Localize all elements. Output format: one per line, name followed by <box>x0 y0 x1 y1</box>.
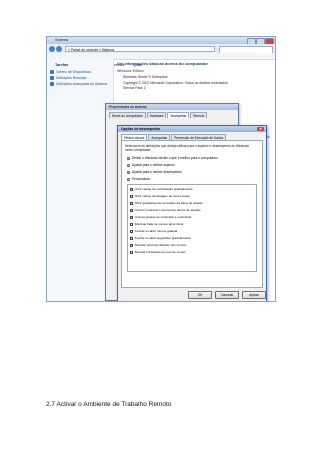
checkbox[interactable] <box>130 201 133 205</box>
edition-label: Windows Edition <box>117 69 144 73</box>
system-info: Ver informações básicas acerca do comput… <box>117 61 273 92</box>
close-icon[interactable]: ✕ <box>257 126 264 131</box>
effect-checkbox[interactable]: Animar controlos e elementos dentro de j… <box>130 208 201 212</box>
system-heading: Ver informações básicas acerca do comput… <box>117 61 208 66</box>
checkbox[interactable] <box>130 236 133 240</box>
window-title: Sistema <box>55 38 68 42</box>
radio-button-selected[interactable] <box>127 170 130 174</box>
task-pane: Tarefas Gerenc de Dispositivos Definiçõe… <box>47 59 114 301</box>
checkbox[interactable] <box>130 243 133 247</box>
back-icon[interactable] <box>49 45 55 52</box>
checkbox[interactable] <box>130 229 133 233</box>
section-caption: 2.7 Activar o Ambiente de Trabalho Remot… <box>46 401 172 408</box>
window-titlebar: Sistema <box>47 37 275 45</box>
forward-icon[interactable] <box>56 45 62 52</box>
radio-let-windows-decide[interactable]: Deixar o Windows decidir o que é melhor … <box>127 156 218 160</box>
shield-icon <box>50 76 54 80</box>
effect-checkbox[interactable]: Abrir caixas de listagem de forma suave <box>130 194 190 198</box>
ok-button[interactable]: OK <box>188 291 212 299</box>
radio-button[interactable] <box>127 156 130 160</box>
checkbox[interactable] <box>130 250 133 254</box>
radio-button[interactable] <box>127 163 130 167</box>
radio-best-performance[interactable]: Ajustar para o melhor desempenho <box>127 170 182 174</box>
task-advanced-settings[interactable]: Definições Avançadas do Sistema <box>50 82 107 86</box>
radio-custom[interactable]: Personalizar: <box>127 177 151 181</box>
visual-effects-panel: Seleccione as definições que deseja util… <box>121 140 263 288</box>
shield-icon <box>50 82 54 86</box>
cancel-button[interactable]: Cancelar <box>215 291 239 299</box>
edition-line: Windows Server ® Enterprise <box>123 75 168 79</box>
performance-options-title: Opções de desempenho ✕ <box>118 126 266 132</box>
radio-best-appearance[interactable]: Ajustar para o melhor aspecto <box>127 163 175 167</box>
tab-computer-name[interactable]: Nome do computador <box>109 112 146 118</box>
effect-checkbox[interactable]: Mostrar miniaturas em vez de ícones <box>130 250 186 254</box>
apply-button[interactable]: Aplicar <box>242 291 266 299</box>
checkbox[interactable] <box>130 215 133 219</box>
checkbox[interactable] <box>130 222 133 226</box>
shield-icon <box>50 70 54 74</box>
screenshot-window: Sistema « Painel de controle » Sistema A… <box>46 36 276 302</box>
visual-effects-description: Seleccione as definições que deseja util… <box>125 144 249 152</box>
task-remote-settings[interactable]: Definições Remotas <box>50 76 86 80</box>
copyright-line: Copyright © 2007 Microsoft Corporation. … <box>123 80 229 85</box>
performance-options-dialog: Opções de desempenho ✕ Efeitos visuais A… <box>117 125 269 301</box>
effect-checkbox[interactable]: Animar janelas ao minimizar e maximizar <box>130 215 191 219</box>
tab-hardware[interactable]: Hardware <box>146 112 167 118</box>
checkbox[interactable] <box>130 194 133 198</box>
system-properties-tabs: Nome do computador Hardware Avançadas Re… <box>109 112 208 118</box>
tab-advanced[interactable]: Avançadas <box>167 112 190 118</box>
effect-checkbox[interactable]: Abrir caixas de combinação gradualmente <box>130 187 193 191</box>
tasks-header: Tarefas <box>55 63 69 67</box>
performance-title-text: Opções de desempenho <box>121 127 161 131</box>
task-device-manager[interactable]: Gerenc de Dispositivos <box>50 70 91 74</box>
effect-checkbox[interactable]: Abrir gradualmente os botões da barra de… <box>130 201 203 205</box>
checkbox[interactable] <box>130 187 133 191</box>
effect-checkbox[interactable]: Fechar ou abrir menus gradual <box>130 229 177 233</box>
tab-remote[interactable]: Remoto <box>190 112 208 118</box>
checkbox[interactable] <box>130 208 133 212</box>
radio-button[interactable] <box>127 177 130 181</box>
system-properties-title: Propriedades do sistema <box>106 104 238 110</box>
effect-checkbox[interactable]: Fechar ou abrir sugestões gradualmente <box>130 236 191 240</box>
effect-checkbox[interactable]: Efectuar fade de menus após clicar <box>130 222 184 226</box>
dialog-buttons: OK Cancelar Aplicar <box>188 291 269 299</box>
service-pack-line: Service Pack 2 <box>123 86 146 90</box>
visual-effects-list[interactable]: Abrir caixas de combinação gradualmente … <box>127 184 257 272</box>
address-path[interactable]: « Painel de controle » Sistema <box>65 45 215 52</box>
effect-checkbox[interactable]: Mostrar sombras debaixo dos menus <box>130 243 186 247</box>
